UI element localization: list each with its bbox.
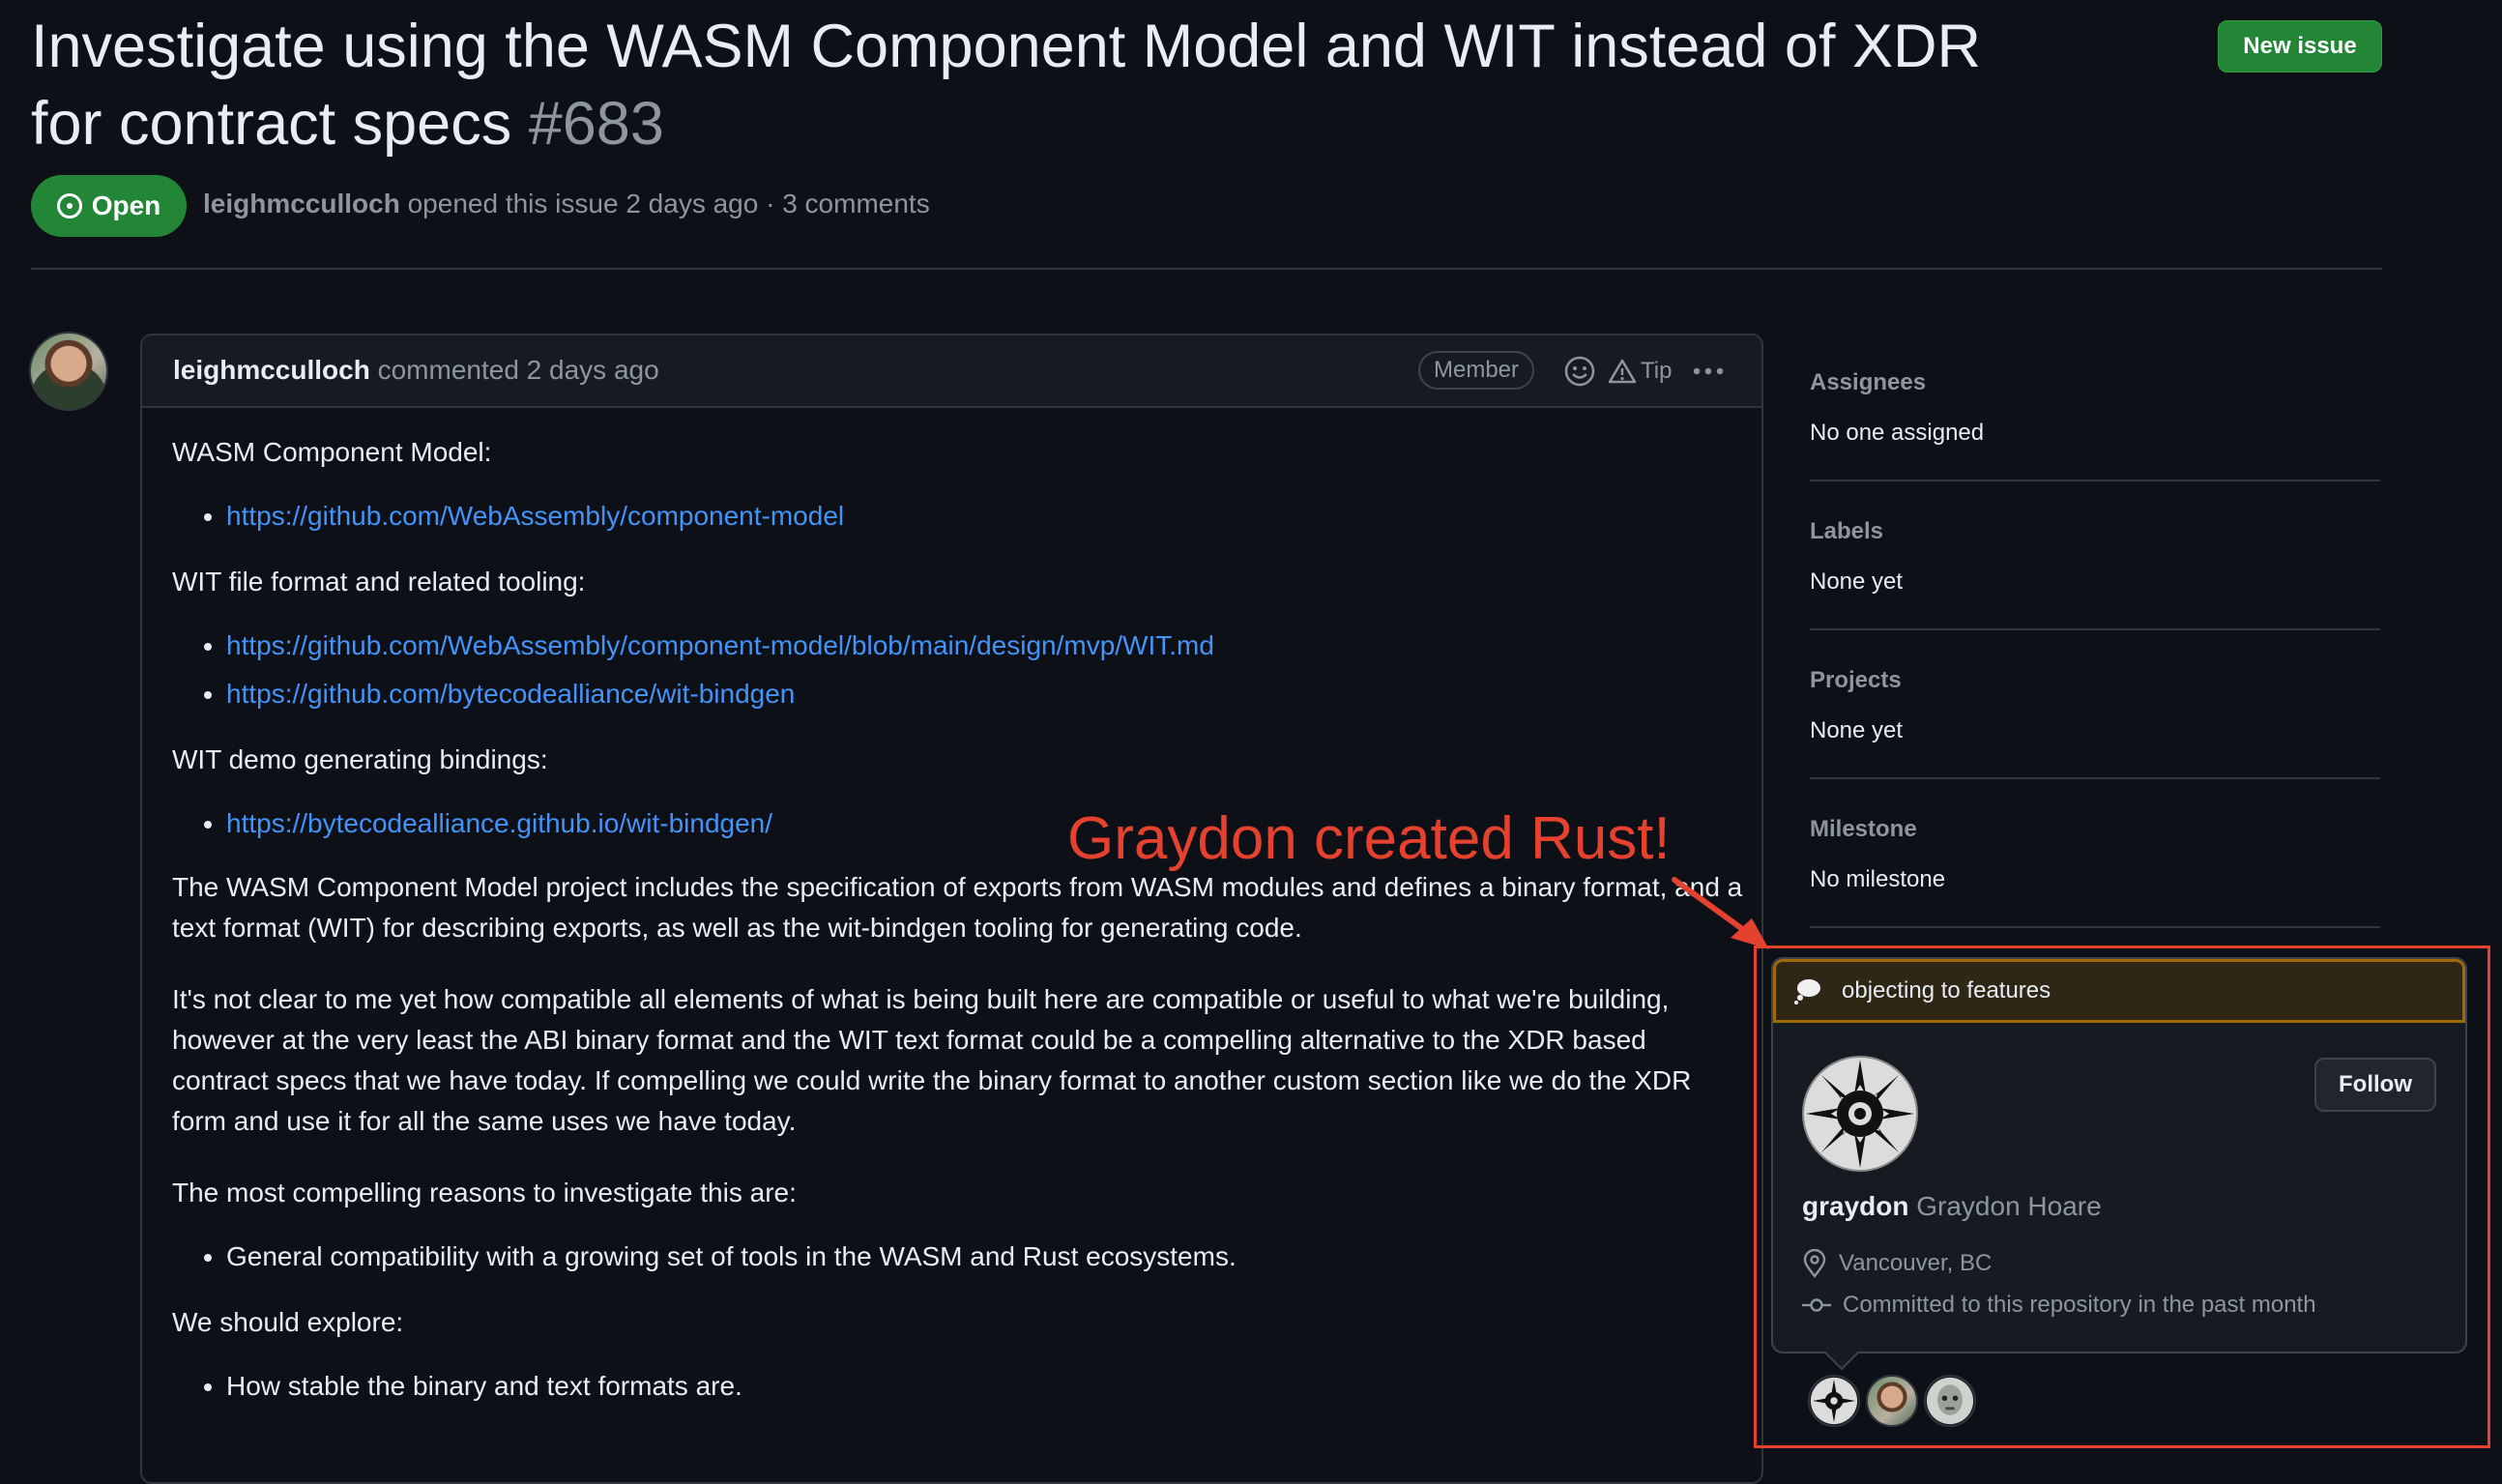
user-hovercard: objecting to features Follow graydon Gra…: [1771, 957, 2467, 1371]
comment-header: leighmcculloch commented 2 days ago Memb…: [142, 335, 1761, 408]
list-item: https://github.com/WebAssembly/component…: [226, 492, 1748, 540]
assignees-value: No one assigned: [1810, 420, 1985, 446]
issue-number: #683: [528, 90, 664, 158]
issue-meta-text: opened this issue 2 days ago · 3 comment…: [407, 189, 930, 218]
wit-bindgen-link[interactable]: https://github.com/bytecodealliance/wit-…: [226, 679, 795, 709]
user-location-text: Vancouver, BC: [1839, 1250, 1993, 1276]
link-list: https://github.com/WebAssembly/component…: [172, 492, 1748, 540]
projects-value: None yet: [1810, 717, 1904, 743]
comment-timestamp[interactable]: commented 2 days ago: [378, 355, 659, 385]
participant-avatar-graydon[interactable]: [1808, 1375, 1860, 1427]
link-list: https://github.com/WebAssembly/component…: [172, 622, 1748, 718]
sidebar-divider: [1810, 480, 2380, 481]
new-issue-button[interactable]: New issue: [2218, 20, 2382, 73]
body-heading: The most compelling reasons to investiga…: [172, 1178, 797, 1208]
user-status: objecting to features: [1773, 959, 2465, 1023]
annotation-text: Graydon created Rust!: [1067, 805, 1671, 872]
user-activity-text: Committed to this repository in the past…: [1843, 1292, 2316, 1318]
participant-avatar-third[interactable]: [1924, 1375, 1976, 1427]
issue-author-link[interactable]: leighmcculloch: [203, 189, 400, 218]
explore-list: How stable the binary and text formats a…: [172, 1362, 1748, 1411]
assignees-label[interactable]: Assignees: [1810, 369, 1926, 396]
wit-demo-link[interactable]: https://bytecodealliance.github.io/wit-b…: [226, 808, 772, 838]
comment-body: WASM Component Model: https://github.com…: [172, 432, 1748, 1411]
milestone-label[interactable]: Milestone: [1810, 816, 1917, 843]
reasons-list: General compatibility with a growing set…: [172, 1233, 1748, 1281]
list-item: https://github.com/WebAssembly/component…: [226, 622, 1748, 670]
milestone-value: No milestone: [1810, 866, 1946, 892]
issue-title-text: Investigate using the WASM Component Mod…: [31, 13, 1981, 158]
graydon-avatar[interactable]: [1802, 1056, 1918, 1172]
body-heading: We should explore:: [172, 1307, 404, 1337]
list-item: How stable the binary and text formats a…: [226, 1362, 1748, 1411]
issue-state-badge: Open: [31, 175, 187, 237]
follow-button[interactable]: Follow: [2314, 1058, 2436, 1112]
body-heading: WIT demo generating bindings:: [172, 744, 548, 774]
location-icon: [1803, 1249, 1826, 1278]
issue-opened-icon: [56, 193, 82, 218]
sidebar-divider: [1810, 628, 2380, 630]
user-status-text: objecting to features: [1842, 977, 2051, 1004]
kebab-horizontal-icon[interactable]: [1689, 355, 1728, 388]
issue-state-label: Open: [91, 190, 161, 220]
hovercard-name: graydon Graydon Hoare: [1802, 1191, 2102, 1222]
issue-title: Investigate using the WASM Component Mod…: [31, 8, 2051, 162]
user-activity: Committed to this repository in the past…: [1802, 1292, 2316, 1319]
header-divider: [31, 268, 2382, 270]
labels-label[interactable]: Labels: [1810, 518, 1883, 545]
body-paragraph: The WASM Component Model project include…: [172, 872, 1743, 943]
user-login-link[interactable]: graydon: [1802, 1191, 1908, 1221]
smiley-icon[interactable]: [1563, 355, 1596, 388]
alert-icon: [1608, 359, 1637, 384]
sidebar-divider: [1810, 926, 2380, 928]
git-commit-icon: [1802, 1298, 1831, 1312]
body-paragraph: It's not clear to me yet how compatible …: [172, 984, 1692, 1136]
thought-balloon-icon: [1794, 979, 1820, 1004]
participant-avatar-leighmcculloch[interactable]: [1866, 1375, 1918, 1427]
body-heading: WIT file format and related tooling:: [172, 567, 586, 597]
projects-label[interactable]: Projects: [1810, 667, 1902, 694]
comment-author-avatar[interactable]: [29, 332, 108, 411]
list-item: https://github.com/bytecodealliance/wit-…: [226, 670, 1748, 718]
tip-label: Tip: [1641, 358, 1673, 384]
list-item: General compatibility with a growing set…: [226, 1233, 1748, 1281]
labels-value: None yet: [1810, 568, 1904, 595]
sidebar-divider: [1810, 777, 2380, 779]
comment-header-text: leighmcculloch commented 2 days ago: [173, 355, 659, 386]
body-heading: WASM Component Model:: [172, 437, 492, 467]
comment-box: leighmcculloch commented 2 days ago Memb…: [140, 334, 1763, 1484]
wit-md-link[interactable]: https://github.com/WebAssembly/component…: [226, 630, 1214, 660]
comment-author-link[interactable]: leighmcculloch: [173, 355, 370, 385]
tip-link[interactable]: Tip: [1608, 353, 1672, 390]
user-location: Vancouver, BC: [1802, 1249, 1992, 1278]
member-badge: Member: [1418, 351, 1535, 390]
component-model-link[interactable]: https://github.com/WebAssembly/component…: [226, 501, 844, 531]
user-full-name: Graydon Hoare: [1916, 1191, 2102, 1221]
issue-meta: leighmcculloch opened this issue 2 days …: [203, 189, 930, 219]
